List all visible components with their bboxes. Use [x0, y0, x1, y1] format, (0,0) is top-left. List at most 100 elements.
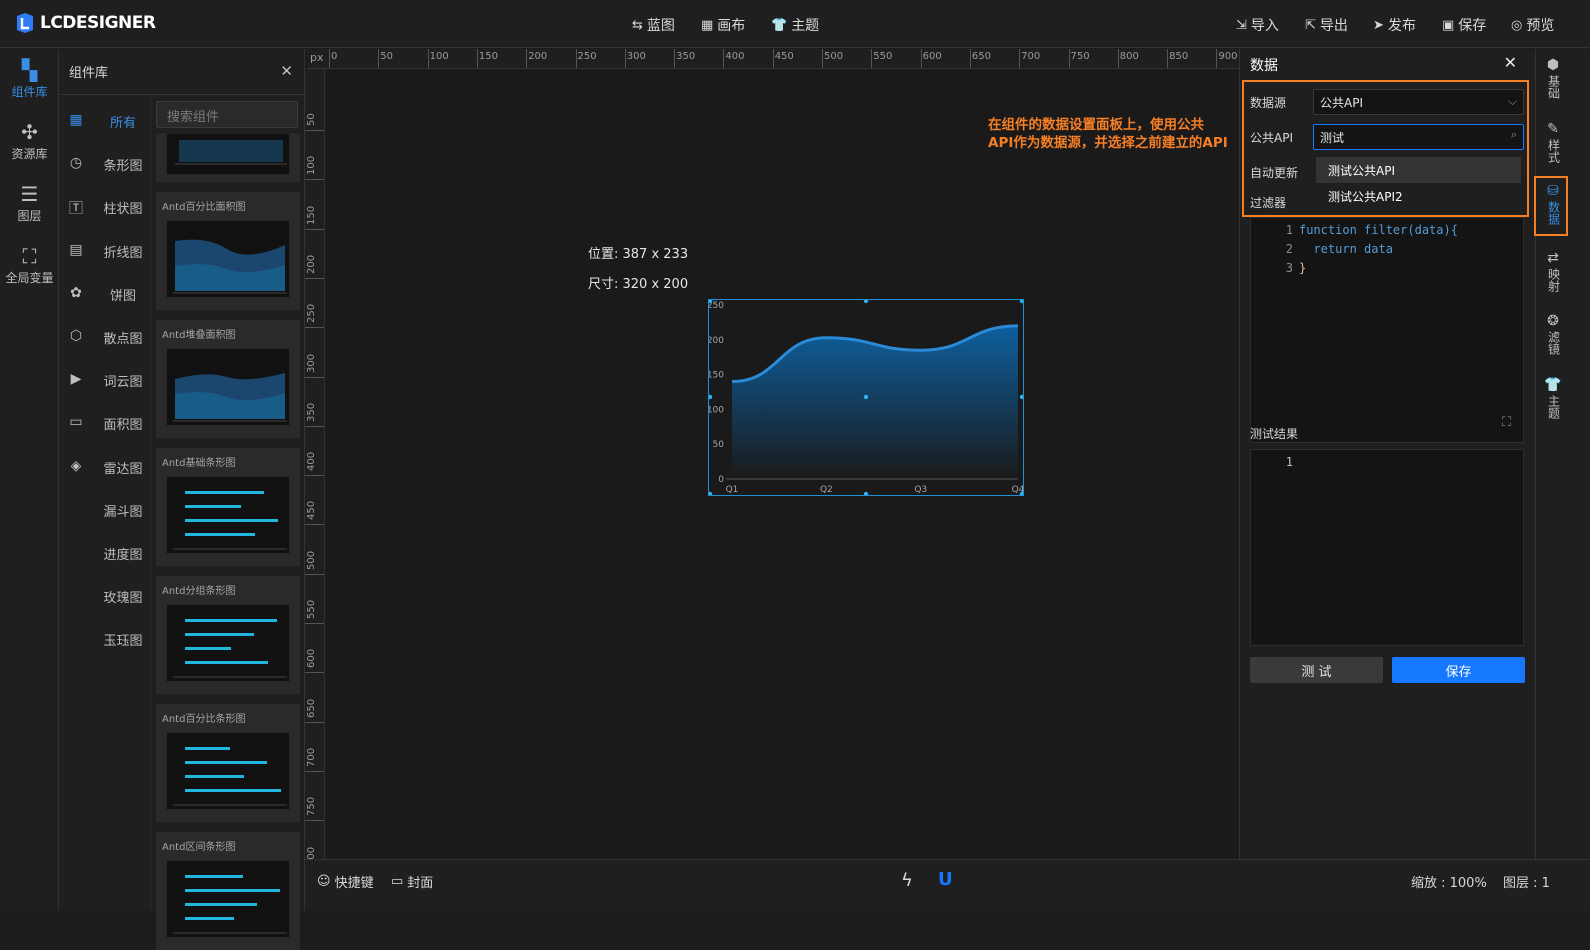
category-6[interactable]: 词云图	[95, 371, 151, 390]
import-icon: ⇲	[1236, 17, 1247, 33]
clock-icon: ◷	[69, 155, 83, 172]
category-8[interactable]: 雷达图	[95, 458, 151, 477]
category-9[interactable]: 漏斗图	[95, 501, 151, 520]
dropdown-option-1[interactable]: 测试公共API	[1316, 157, 1521, 183]
y-tick-label: 100	[708, 405, 724, 415]
datasource-value: 公共API	[1320, 96, 1363, 110]
category-0[interactable]: 所有	[95, 112, 151, 131]
lightning-icon[interactable]: ϟ	[901, 870, 913, 891]
component-card[interactable]: Antd分组条形图	[156, 576, 300, 694]
x-tick-label: Q2	[820, 485, 833, 495]
tab-label: 主题	[1546, 395, 1561, 419]
topbar-theme[interactable]: 👕 主题	[771, 15, 819, 35]
app-logo-text: LCDESIGNER	[40, 13, 156, 33]
image-icon: ▭	[391, 874, 404, 889]
y-tick-label: 0	[718, 475, 724, 485]
save-data-button[interactable]: 保存	[1392, 657, 1525, 683]
area-chart-thumbnail	[175, 140, 287, 165]
component-card[interactable]: Antd区间条形图	[156, 832, 300, 950]
close-icon[interactable]: ✕	[1504, 53, 1517, 72]
shortcuts-button[interactable]: ☺ 快捷键	[317, 872, 374, 891]
close-icon[interactable]: ✕	[280, 62, 293, 80]
dropdown-option-2[interactable]: 测试公共API2	[1316, 183, 1521, 209]
category-11[interactable]: 玫瑰图	[95, 587, 151, 606]
nav-global-vars[interactable]: ⛶ 全局变量	[0, 245, 59, 286]
card-preview	[166, 220, 290, 298]
canvas-icon: ▦	[701, 17, 714, 33]
topbar-canvas[interactable]: ▦ 画布	[701, 15, 745, 35]
publish-button[interactable]: ➤ 发布	[1373, 15, 1416, 35]
datasource-label: 数据源	[1250, 96, 1287, 110]
category-5[interactable]: 散点图	[95, 328, 151, 347]
nav-resource[interactable]: ✣ 资源库	[0, 121, 59, 162]
cover-button[interactable]: ▭ 封面	[391, 872, 433, 891]
component-card[interactable]: Antd百分比条形图	[156, 704, 300, 822]
filter-icon: ❂	[1547, 313, 1559, 329]
magnet-icon[interactable]: U	[938, 869, 953, 890]
export-button[interactable]: ⇱ 导出	[1305, 15, 1348, 35]
design-canvas[interactable]: 位置: 387 x 233 尺寸: 320 x 200 在组件的数据设置面板上，…	[326, 70, 1238, 859]
card-preview	[166, 133, 290, 175]
topbar-canvas-label: 画布	[717, 18, 746, 34]
search-input[interactable]: 搜索组件	[156, 101, 298, 128]
category-3[interactable]: 折线图	[95, 242, 151, 261]
category-1[interactable]: 条形图	[95, 155, 151, 174]
publish-icon: ➤	[1373, 17, 1384, 33]
card-title: Antd堆叠面积图	[162, 330, 236, 341]
tab-mapping[interactable]: ⇄ 映射	[1538, 251, 1568, 295]
api-search-input[interactable]: 测试 ⌕	[1313, 124, 1524, 150]
tab-label: 基础	[1546, 75, 1561, 99]
video-icon: ▶	[70, 371, 82, 388]
ruler-tick: 500	[306, 550, 317, 570]
map-icon: ▤	[69, 241, 83, 258]
datasource-select[interactable]: 公共API ⌵	[1313, 89, 1524, 115]
category-2[interactable]: 柱状图	[95, 198, 151, 217]
card-title: Antd分组条形图	[162, 586, 236, 597]
tab-theme[interactable]: 👕 主题	[1538, 378, 1568, 422]
ruler-tick: 450	[774, 51, 794, 62]
theme-icon: 👕	[771, 17, 788, 33]
card-title: Antd百分比面积图	[162, 202, 246, 213]
test-button[interactable]: 测 试	[1250, 657, 1383, 683]
ruler-tick: 650	[306, 698, 317, 718]
palette-icon: ✿	[70, 284, 82, 301]
ruler-tick: 550	[873, 51, 893, 62]
tab-data[interactable]: ⛁ 数据	[1538, 184, 1568, 228]
ruler-tick: 600	[922, 51, 942, 62]
keyboard-icon: ☺	[317, 874, 331, 889]
ruler-unit: px	[310, 51, 324, 64]
ruler-tick: 650	[971, 51, 991, 62]
category-10[interactable]: 进度图	[95, 544, 151, 563]
nav-label: 资源库	[11, 147, 48, 161]
right-tabs: ⬢ 基础 ✎ 样式 ⛁ 数据 ⇄ 映射 ❂ 滤镜 👕 主题	[1534, 49, 1590, 911]
save-button[interactable]: ▣ 保存	[1442, 15, 1486, 35]
component-card[interactable]: Antd基础条形图	[156, 448, 300, 566]
tab-style[interactable]: ✎ 样式	[1538, 121, 1568, 166]
nav-component-library[interactable]: ▚ 组件库	[0, 59, 59, 100]
data-settings-panel: 数据 ✕ 数据源 公共API ⌵ 公共API 测试 ⌕ 自动更新 过滤器 测试公共A…	[1239, 49, 1535, 911]
tab-filter[interactable]: ❂ 滤镜	[1538, 313, 1568, 358]
ruler-tick: 700	[1021, 51, 1041, 62]
fullscreen-icon[interactable]: ⛶	[1502, 415, 1511, 430]
selected-chart-component[interactable]: 0 50 100 150 200 250 Q1 Q2 Q3 Q4	[707, 298, 1025, 497]
category-7[interactable]: 面积图	[95, 414, 151, 433]
preview-button[interactable]: ◎ 预览	[1511, 15, 1554, 35]
component-card[interactable]	[156, 133, 300, 182]
nav-layers[interactable]: ☰ 图层	[0, 183, 59, 224]
blueprint-icon: ⇆	[632, 17, 643, 33]
tab-base[interactable]: ⬢ 基础	[1538, 58, 1568, 102]
style-icon: ✎	[1547, 121, 1559, 137]
import-button[interactable]: ⇲ 导入	[1236, 15, 1279, 35]
filter-code-editor[interactable]: 123 function filter(data){ return data }…	[1250, 217, 1524, 443]
code-line-3: }	[1299, 261, 1307, 275]
zoom-readout: 缩放 : 100%	[1411, 876, 1487, 891]
category-12[interactable]: 玉珏图	[95, 630, 151, 649]
component-card[interactable]: Antd堆叠面积图	[156, 320, 300, 438]
api-label: 公共API	[1250, 131, 1293, 145]
search-icon: ⌕	[1510, 128, 1517, 141]
tab-label: 样式	[1546, 139, 1561, 163]
topbar-blueprint[interactable]: ⇆ 蓝图	[632, 15, 675, 35]
component-card[interactable]: Antd百分比面积图	[156, 192, 300, 310]
category-4[interactable]: 饼图	[95, 285, 151, 304]
ruler-tick: 450	[306, 501, 317, 521]
